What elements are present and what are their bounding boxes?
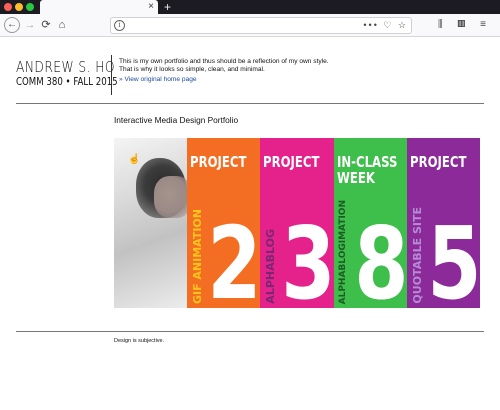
browser-titlebar: × +	[0, 0, 500, 14]
reload-button[interactable]: ⟳	[38, 17, 54, 33]
project-panel-5[interactable]: PROJECT 5 QUOTABLE SITE	[407, 138, 480, 308]
project-banner: ☝ PROJECT 2 GIF ANIMATION PROJECT 3 ALPH…	[114, 138, 480, 308]
project-panel-title: PROJECT	[263, 153, 320, 171]
browser-navbar: ← → ⟳ ⌂ i ••• ♡ ☆ ⫼ ▥ ≡	[0, 14, 500, 37]
course-label: COMM 380 • FALL 2015	[16, 76, 118, 88]
project-panel-number: 5	[427, 205, 480, 309]
maximize-window-button[interactable]	[26, 3, 34, 11]
close-tab-icon[interactable]: ×	[148, 0, 154, 14]
footer-text: Design is subjective.	[114, 338, 165, 344]
project-panel-2[interactable]: PROJECT 2 GIF ANIMATION	[187, 138, 260, 308]
header-divider	[111, 55, 112, 95]
site-info-icon[interactable]: i	[114, 20, 125, 31]
tagline-text: This is my own portfolio and thus should…	[119, 58, 329, 74]
footer-rule	[16, 331, 484, 332]
project-panel-title: IN-CLASS WEEK	[337, 153, 398, 187]
author-name: ANDREW S. HO	[16, 58, 115, 76]
url-bar[interactable]: i ••• ♡ ☆	[110, 17, 412, 34]
minimize-window-button[interactable]	[15, 3, 23, 11]
project-panel-8[interactable]: IN-CLASS WEEK 8 ALPHABLOGIMATION	[334, 138, 407, 308]
project-panel-name: ALPHABLOG	[264, 229, 277, 304]
project-panel-name: ALPHABLOGIMATION	[338, 199, 348, 304]
home-button[interactable]: ⌂	[54, 17, 70, 33]
back-button[interactable]: ←	[4, 17, 20, 33]
project-panel-title: PROJECT	[190, 153, 247, 171]
new-tab-button[interactable]: +	[164, 0, 171, 14]
browser-tab[interactable]: ×	[40, 0, 158, 14]
project-panel-number: 2	[207, 205, 260, 309]
pointer-cursor-icon: ☝	[128, 154, 141, 165]
portrait-photo: ☝	[114, 138, 187, 308]
view-home-page-link[interactable]: » View original home page	[119, 76, 197, 83]
toolbar-icons[interactable]: ⫼ ▥ ≡	[438, 17, 492, 33]
section-title: Interactive Media Design Portfolio	[114, 115, 239, 125]
close-window-button[interactable]	[4, 3, 12, 11]
page-actions-icons[interactable]: ••• ♡ ☆	[363, 18, 408, 33]
forward-button[interactable]: →	[22, 17, 38, 33]
project-panel-3[interactable]: PROJECT 3 ALPHABLOG	[260, 138, 334, 308]
project-panel-name: QUOTABLE SITE	[411, 207, 424, 304]
project-panel-title: PROJECT	[410, 153, 467, 171]
project-panel-number: 8	[354, 205, 407, 309]
project-panel-number: 3	[281, 205, 334, 309]
header-rule	[16, 103, 484, 104]
project-panel-name: GIF ANIMATION	[191, 208, 204, 304]
